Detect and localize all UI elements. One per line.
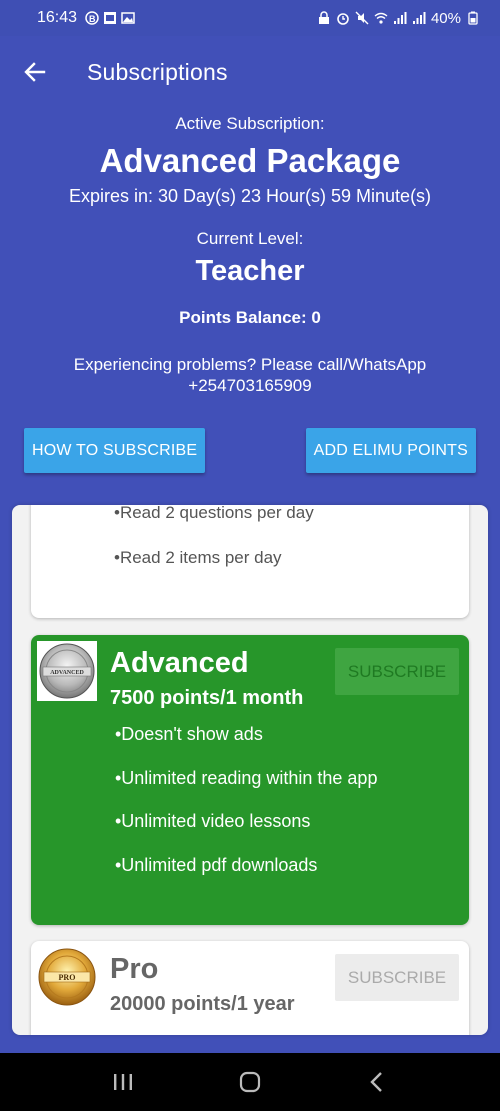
wifi-icon [374, 12, 388, 24]
subscription-header: Active Subscription: Advanced Package Ex… [0, 108, 500, 396]
svg-text:B: B [89, 14, 96, 24]
lock-icon [318, 11, 329, 24]
badge-text: ADVANCED [50, 670, 84, 676]
current-level: Teacher [195, 255, 305, 287]
status-time: 16:43 [37, 9, 78, 26]
signal-icon [393, 12, 407, 24]
support-phone: +254703165909 [188, 376, 312, 395]
arrow-back-icon [24, 62, 46, 82]
package-feature: •Unlimited reading within the app [115, 768, 378, 788]
signal-icon-2 [412, 12, 426, 24]
package-feature: •Unlimited video lessons [115, 811, 311, 831]
package-price: 20000 points/1 year [110, 993, 295, 1015]
mute-icon [355, 11, 369, 25]
pro-package-card[interactable]: PRO Pro 20000 points/1 year SUBSCRIBE [31, 941, 469, 1035]
system-nav-bar [0, 1053, 500, 1111]
home-icon [239, 1071, 261, 1093]
page-title: Subscriptions [87, 58, 228, 85]
chevron-left-icon [369, 1072, 382, 1092]
points-balance: Points Balance: 0 [179, 308, 321, 327]
support-line-1: Experiencing problems? Please call/Whats… [73, 355, 427, 374]
add-elimu-points-button[interactable]: ADD ELIMU POINTS [305, 428, 476, 473]
back-nav-button[interactable] [357, 1062, 397, 1102]
active-package-name: Advanced Package [99, 142, 401, 179]
basic-package-card[interactable]: •Read 2 questions per day •Read 2 items … [31, 505, 469, 618]
how-to-subscribe-button[interactable]: HOW TO SUBSCRIBE [24, 428, 206, 473]
battery-percent: 40% [430, 9, 461, 27]
package-feature: •Read 2 items per day [114, 548, 282, 567]
badge-text: PRO [59, 973, 76, 982]
back-button[interactable] [0, 36, 70, 108]
package-feature: •Unlimited pdf downloads [115, 855, 318, 875]
app-bar: Subscriptions [0, 36, 500, 108]
packages-list[interactable]: •Read 2 questions per day •Read 2 items … [12, 505, 488, 1035]
subscribe-pro-button[interactable]: SUBSCRIBE [335, 954, 459, 1001]
gallery-icon [121, 12, 135, 24]
recent-apps-icon [114, 1074, 133, 1090]
support-text: Experiencing problems? Please call/Whats… [0, 354, 500, 396]
package-name: Advanced [110, 647, 249, 679]
advanced-seal-icon: ADVANCED [39, 643, 95, 699]
action-buttons: HOW TO SUBSCRIBE ADD ELIMU POINTS [24, 428, 476, 473]
expiry-text: Expires in: 30 Day(s) 23 Hour(s) 59 Minu… [68, 186, 432, 206]
home-button[interactable] [230, 1062, 270, 1102]
battery-icon [468, 11, 478, 25]
recent-apps-button[interactable] [103, 1062, 143, 1102]
package-name: Pro [110, 953, 159, 985]
advanced-badge: ADVANCED [37, 641, 97, 701]
package-feature: •Doesn't show ads [115, 724, 263, 744]
package-feature: •Read 2 questions per day [114, 505, 314, 522]
b-badge-icon: B [85, 11, 99, 25]
status-bar: 16:43 B 40% [0, 0, 500, 36]
alarm-icon [337, 13, 349, 25]
active-subscription-label: Active Subscription: [175, 114, 325, 133]
advanced-package-card[interactable]: ADVANCED Advanced 7500 points/1 month SU… [31, 635, 469, 925]
pro-seal-icon: PRO [38, 948, 96, 1006]
pro-badge: PRO [37, 947, 97, 1007]
package-price: 7500 points/1 month [110, 687, 304, 709]
app-notification-icon [104, 12, 117, 24]
current-level-label: Current Level: [196, 229, 304, 248]
subscribe-advanced-button[interactable]: SUBSCRIBE [335, 648, 459, 695]
